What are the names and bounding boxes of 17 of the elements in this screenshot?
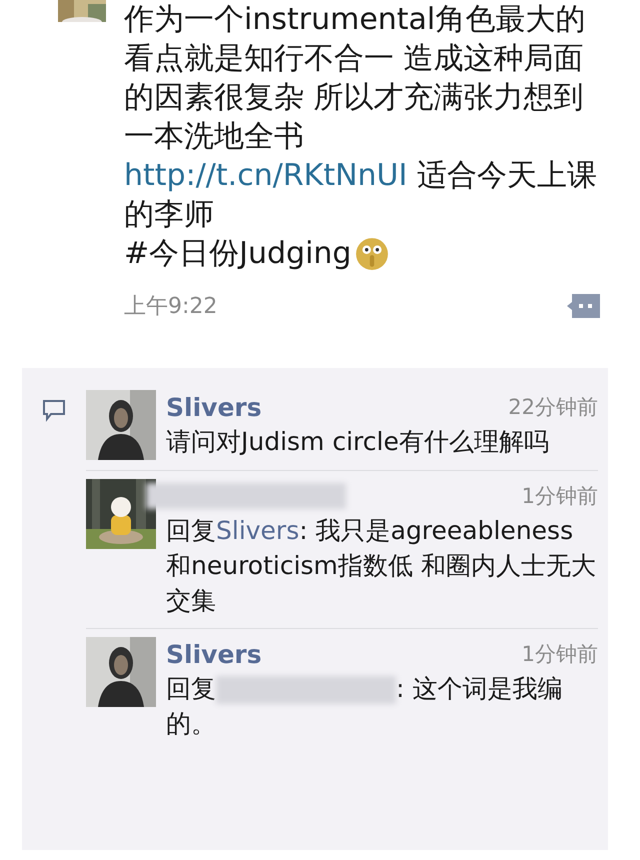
comment-text: 回复 : 这个词是我编的。 — [166, 673, 564, 740]
comment-icon — [42, 398, 66, 422]
comment-text: 请问对Judism circle有什么理解吗 — [166, 426, 550, 458]
link[interactable]: http://t.cn/RKtNnUI — [124, 158, 408, 193]
commenter-name[interactable]: Slivers — [166, 640, 262, 668]
hashtag[interactable]: #今日份Judging — [124, 234, 352, 273]
reply-to-name[interactable]: Slivers — [216, 516, 300, 545]
emoji-icon — [355, 236, 390, 270]
comment-menu-icon[interactable] — [566, 292, 602, 320]
comment-time: 1分钟前 — [522, 483, 598, 510]
post-text: 作为一个instrumental角色最大的看点就是知行不合一 造成这种局面的因素很复杂 所以才充满张力想到一本洗地全书 — [124, 1, 586, 156]
comment-text: 回复Slivers: 我只是agreeableness和neuroticism指数低 和圈内人士无大交集 — [166, 515, 597, 617]
commenter-name[interactable]: Slivers — [166, 392, 262, 422]
comment-time: 22分钟前 — [508, 394, 598, 421]
post-time: 上午9:22 — [124, 293, 218, 321]
post-text: http://t.cn/RKtNnUI 适合今天上课的李师 — [124, 157, 598, 234]
comment-time: 1分钟前 — [522, 641, 598, 668]
